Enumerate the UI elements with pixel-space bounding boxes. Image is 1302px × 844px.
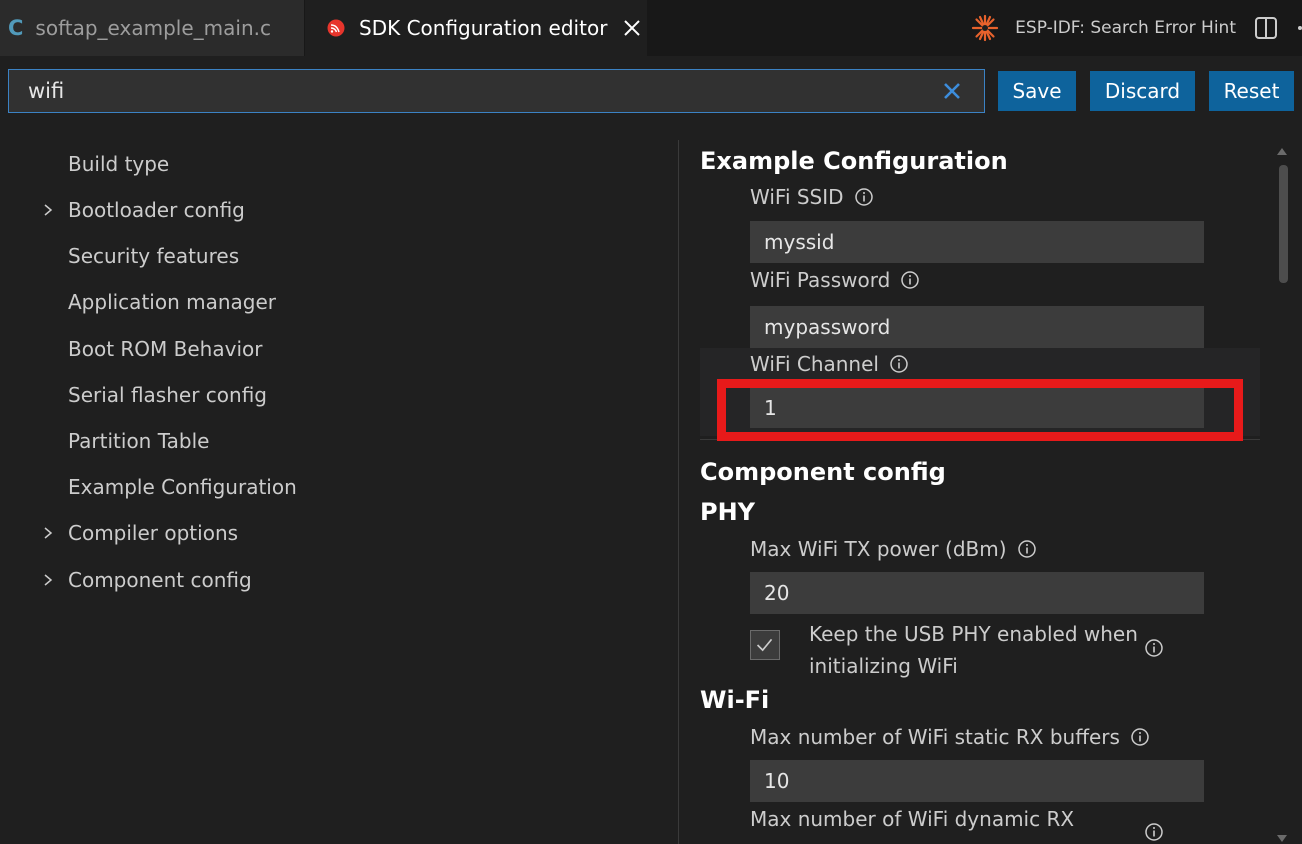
usb-phy-checkbox[interactable] <box>750 630 780 660</box>
c-file-icon: C <box>8 16 24 40</box>
wifi-channel-input[interactable] <box>750 388 1204 428</box>
static-rx-buffers-input[interactable] <box>750 760 1204 802</box>
sidebar-item-label: Build type <box>68 152 170 176</box>
discard-button[interactable]: Discard <box>1090 71 1195 111</box>
max-tx-power-input[interactable] <box>750 572 1204 614</box>
sidebar-item-label: Compiler options <box>68 521 239 545</box>
section-title-component-config: Component config <box>700 458 946 486</box>
sidebar-item-security-features[interactable]: Security features <box>68 244 239 268</box>
field-label-text: Max number of WiFi dynamic RX <box>750 807 1075 831</box>
scrollbar-thumb[interactable] <box>1279 165 1288 283</box>
sidebar-item-label: Boot ROM Behavior <box>68 337 263 361</box>
field-label-text: Max number of WiFi static RX buffers <box>750 725 1120 749</box>
sidebar-item-label: Component config <box>68 568 252 592</box>
header-actions: ESP-IDF: Search Error Hint <box>971 0 1302 56</box>
section-title-wifi: Wi-Fi <box>700 686 770 714</box>
sidebar-item-build-type[interactable]: Build type <box>68 152 169 176</box>
tab-label: softap_example_main.c <box>35 16 271 40</box>
chevron-right-icon[interactable] <box>42 526 54 540</box>
dynamic-rx-buffers-label: Max number of WiFi dynamic RX <box>750 807 1074 831</box>
espressif-icon <box>327 19 345 37</box>
espressif-burst-icon[interactable] <box>971 14 999 42</box>
sidebar-item-label: Security features <box>68 244 240 268</box>
info-icon[interactable] <box>854 187 874 207</box>
sidebar-item-application-manager[interactable]: Application manager <box>68 290 276 314</box>
section-title-phy: PHY <box>700 498 756 526</box>
sidebar-item-partition-table[interactable]: Partition Table <box>68 429 209 453</box>
sidebar-item-serial-flasher-config[interactable]: Serial flasher config <box>68 383 267 407</box>
close-icon[interactable] <box>621 17 643 39</box>
split-editor-icon[interactable] <box>1254 16 1278 40</box>
usb-phy-label: Keep the USB PHY enabled when initializi… <box>809 622 1138 678</box>
wifi-ssid-input[interactable] <box>750 221 1204 263</box>
field-label-text: WiFi SSID <box>750 185 844 209</box>
sidebar-item-label: Application manager <box>68 290 276 314</box>
save-button[interactable]: Save <box>998 71 1076 111</box>
sidebar-item-component-config[interactable]: Component config <box>44 568 252 592</box>
info-icon[interactable] <box>1144 638 1164 658</box>
clear-search-icon[interactable] <box>942 81 962 101</box>
wifi-channel-label: WiFi Channel <box>750 352 909 376</box>
config-panel: Example Configuration WiFi SSID WiFi Pas… <box>679 140 1274 844</box>
info-icon[interactable] <box>1017 539 1037 559</box>
checkmark-icon <box>756 638 773 652</box>
scroll-down-arrow-icon[interactable] <box>1276 834 1288 844</box>
row-separator <box>700 439 1260 440</box>
more-actions-icon[interactable] <box>1298 26 1302 30</box>
search-error-hint-button[interactable]: ESP-IDF: Search Error Hint <box>1015 18 1236 38</box>
section-title-example-configuration: Example Configuration <box>700 147 1008 175</box>
info-icon[interactable] <box>889 354 909 374</box>
field-label-text: WiFi Password <box>750 268 891 292</box>
info-icon[interactable] <box>1130 727 1150 747</box>
reset-button[interactable]: Reset <box>1209 71 1294 111</box>
chevron-right-icon[interactable] <box>42 573 54 587</box>
sidebar-item-compiler-options[interactable]: Compiler options <box>44 521 239 545</box>
scroll-up-arrow-icon[interactable] <box>1276 146 1288 156</box>
field-label-text: WiFi Channel <box>750 352 879 376</box>
sidebar-item-label: Serial flasher config <box>68 383 267 407</box>
search-field <box>8 69 985 113</box>
sidebar-item-label: Example Configuration <box>68 475 297 499</box>
chevron-right-icon[interactable] <box>42 203 54 217</box>
editor-tab-bar: C softap_example_main.c SDK Configuratio… <box>0 0 1302 56</box>
tab-softap-example-main[interactable]: C softap_example_main.c <box>0 0 304 56</box>
sidebar-item-label: Partition Table <box>68 429 210 453</box>
sidebar-item-example-configuration[interactable]: Example Configuration <box>68 475 297 499</box>
max-tx-power-label: Max WiFi TX power (dBm) <box>750 537 1037 561</box>
wifi-ssid-label: WiFi SSID <box>750 185 874 209</box>
wifi-password-input[interactable] <box>750 306 1204 348</box>
static-rx-buffers-label: Max number of WiFi static RX buffers <box>750 725 1150 749</box>
wifi-password-label: WiFi Password <box>750 268 920 292</box>
tab-sdk-configuration-editor[interactable]: SDK Configuration editor <box>305 0 647 56</box>
info-icon[interactable] <box>1144 822 1164 842</box>
field-label-text: Max WiFi TX power (dBm) <box>750 537 1007 561</box>
sidebar-item-boot-rom-behavior[interactable]: Boot ROM Behavior <box>68 337 262 361</box>
info-icon[interactable] <box>900 270 920 290</box>
sidebar-item-bootloader-config[interactable]: Bootloader config <box>44 198 245 222</box>
tab-label: SDK Configuration editor <box>359 16 608 40</box>
sidebar-item-label: Bootloader config <box>68 198 245 222</box>
search-input[interactable] <box>9 78 942 104</box>
